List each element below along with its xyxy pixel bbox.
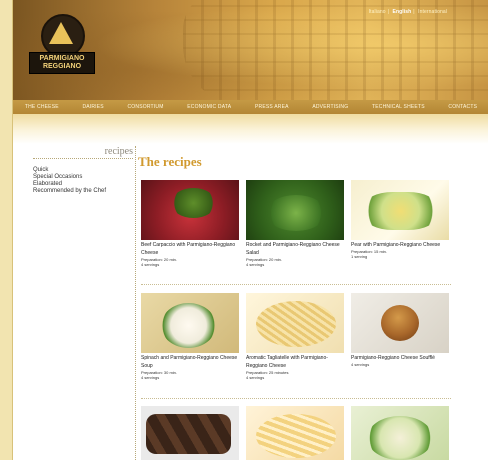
- recipe-name[interactable]: Spinach and Parmigiano-Reggiano Cheese S…: [141, 354, 239, 370]
- recipe-name[interactable]: Aromatic Tagliatelle with Parmigiano-Reg…: [246, 354, 344, 370]
- logo-wordmark: PARMIGIANO REGGIANO: [29, 52, 95, 74]
- recipe-card[interactable]: Rocket and Parmigiano-Reggiano Cheese Sa…: [246, 180, 344, 267]
- parmigiano-reggiano-logo[interactable]: PARMIGIANO REGGIANO: [29, 14, 95, 84]
- nav-press-area[interactable]: PRESS AREA: [255, 104, 289, 110]
- recipe-servings: 1 serving: [351, 254, 368, 259]
- logo-line-1: PARMIGIANO: [39, 55, 85, 62]
- recipe-servings: 4 servings: [141, 375, 160, 380]
- recipe-card[interactable]: Beef Carpaccio with Parmigiano-Reggiano …: [141, 180, 239, 267]
- column-divider: [135, 146, 136, 460]
- nav-the-cheese[interactable]: THE CHEESE: [25, 104, 59, 110]
- recipe-name[interactable]: Rocket and Parmigiano-Reggiano Cheese Sa…: [246, 241, 344, 257]
- recipe-name[interactable]: Beef Carpaccio with Parmigiano-Reggiano …: [141, 241, 239, 257]
- sidebar-item-special-occasions[interactable]: Special Occasions: [33, 174, 133, 181]
- recipe-card[interactable]: [351, 406, 449, 460]
- page-title: The recipes: [138, 154, 202, 169]
- recipe-card[interactable]: Spinach and Parmigiano-Reggiano Cheese S…: [141, 293, 239, 380]
- cheese-wedge-icon: [49, 22, 73, 44]
- recipe-card[interactable]: [141, 406, 239, 460]
- sidebar-item-elaborated[interactable]: Elaborated: [33, 181, 133, 188]
- recipe-card[interactable]: Parmigiano-Reggiano Cheese Soufflé 4 ser…: [351, 293, 449, 367]
- nav-shadow: [13, 114, 488, 144]
- language-switcher: Italiano | English | International: [368, 9, 447, 15]
- nav-contacts[interactable]: CONTACTS: [448, 104, 477, 110]
- recipe-name[interactable]: Pear with Parmigiano-Reggiano Cheese: [351, 241, 449, 249]
- recipe-thumbnail[interactable]: [141, 406, 239, 460]
- recipe-thumbnail[interactable]: [246, 293, 344, 353]
- recipe-thumbnail[interactable]: [246, 180, 344, 240]
- nav-dairies[interactable]: DAIRIES: [82, 104, 103, 110]
- sidebar-title: recipes: [104, 146, 133, 157]
- recipe-thumbnail[interactable]: [351, 180, 449, 240]
- sidebar-menu: Quick Special Occasions Elaborated Recom…: [33, 167, 133, 195]
- language-link-english[interactable]: English: [393, 9, 412, 15]
- page: Italiano | English | International PARMIGI…: [12, 0, 488, 460]
- sidebar-item-recommended-by-chef[interactable]: Recommended by the Chef: [33, 188, 133, 195]
- recipe-thumbnail[interactable]: [246, 406, 344, 460]
- main-nav: THE CHEESE DAIRIES CONSORTIUM ECONOMIC D…: [13, 100, 488, 114]
- language-link-italiano[interactable]: Italiano: [369, 9, 386, 15]
- recipe-thumbnail[interactable]: [141, 293, 239, 353]
- sidebar-item-quick[interactable]: Quick: [33, 167, 133, 174]
- recipe-card[interactable]: Pear with Parmigiano-Reggiano Cheese Pre…: [351, 180, 449, 259]
- recipe-thumbnail[interactable]: [351, 406, 449, 460]
- header-banner: Italiano | English | International PARMIGI…: [13, 0, 488, 105]
- language-link-international[interactable]: International: [418, 9, 447, 15]
- recipe-card[interactable]: [246, 406, 344, 460]
- logo-line-2: REGGIANO: [42, 63, 82, 70]
- sidebar-header: recipes: [33, 146, 133, 159]
- recipe-name[interactable]: Parmigiano-Reggiano Cheese Soufflé: [351, 354, 449, 362]
- nav-technical-sheets[interactable]: TECHNICAL SHEETS: [372, 104, 425, 110]
- nav-advertising[interactable]: ADVERTISING: [312, 104, 348, 110]
- recipe-servings: 4 servings: [351, 362, 370, 367]
- row-divider: [141, 398, 451, 399]
- nav-consortium[interactable]: CONSORTIUM: [128, 104, 164, 110]
- row-divider: [141, 284, 451, 285]
- nav-economic-data[interactable]: ECONOMIC DATA: [187, 104, 231, 110]
- recipe-servings: 4 servings: [141, 262, 160, 267]
- recipe-servings: 4 servings: [246, 262, 265, 267]
- recipe-servings: 4 servings: [246, 375, 265, 380]
- recipe-thumbnail[interactable]: [351, 293, 449, 353]
- cheese-wheel-image: [183, 0, 488, 105]
- sidebar: recipes Quick Special Occasions Elaborat…: [33, 146, 133, 195]
- recipe-thumbnail[interactable]: [141, 180, 239, 240]
- recipe-card[interactable]: Aromatic Tagliatelle with Parmigiano-Reg…: [246, 293, 344, 380]
